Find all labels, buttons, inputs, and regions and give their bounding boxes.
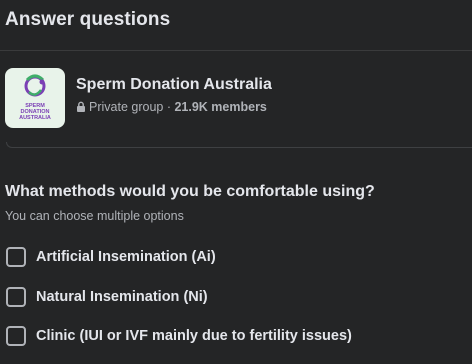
group-members: 21.9K members — [174, 100, 267, 114]
option-label: Artificial Insemination (Ai) — [36, 249, 216, 265]
lock-icon — [76, 101, 86, 115]
option-artificial-insemination[interactable]: Artificial Insemination (Ai) — [6, 247, 466, 271]
group-meta: Private group · 21.9K members — [76, 100, 267, 115]
checkbox[interactable] — [6, 326, 26, 346]
group-name[interactable]: Sperm Donation Australia — [76, 76, 272, 94]
meta-separator: · — [163, 100, 175, 114]
logo-text-line3: AUSTRALIA — [19, 115, 51, 121]
option-natural-insemination[interactable]: Natural Insemination (Ni) — [6, 287, 466, 311]
option-clinic[interactable]: Clinic (IUI or IVF mainly due to fertili… — [6, 326, 466, 350]
question-hint: You can choose multiple options — [5, 209, 184, 223]
group-card: SPERM DONATION AUSTRALIA Sperm Donation … — [0, 52, 472, 148]
checkbox[interactable] — [6, 287, 26, 307]
option-label: Clinic (IUI or IVF mainly due to fertili… — [36, 328, 352, 344]
dialog-header: Answer questions — [0, 0, 472, 51]
answer-questions-dialog: Answer questions SPERM DONATION AUSTRALI… — [0, 0, 472, 364]
group-logo: SPERM DONATION AUSTRALIA — [5, 68, 65, 128]
question-title: What methods would you be comfortable us… — [5, 183, 375, 200]
group-logo-graphic: SPERM DONATION AUSTRALIA — [19, 74, 51, 121]
checkbox[interactable] — [6, 247, 26, 267]
option-label: Natural Insemination (Ni) — [36, 289, 208, 305]
card-divider — [6, 142, 472, 148]
dialog-title: Answer questions — [5, 9, 171, 30]
group-privacy: Private group — [89, 100, 164, 114]
